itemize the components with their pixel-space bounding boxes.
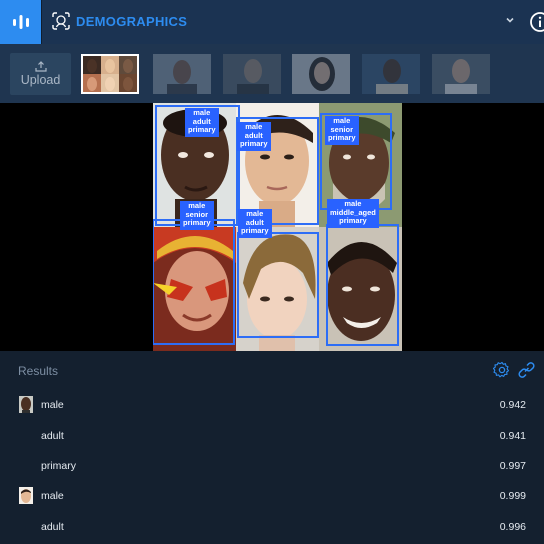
upload-label: Upload: [20, 73, 61, 87]
result-label: adult: [41, 521, 64, 533]
result-label: adult: [41, 430, 64, 442]
woman-smile-image: [292, 54, 350, 94]
face-avatar-1: [19, 396, 33, 413]
link-icon[interactable]: [517, 361, 536, 379]
thumbnail-man-gray[interactable]: [223, 54, 281, 94]
bars-logo-icon: [12, 15, 29, 29]
man-dark-image: [362, 54, 420, 94]
result-label: male: [41, 490, 64, 502]
gear-icon[interactable]: [493, 361, 511, 379]
face-scan-icon: [52, 12, 70, 30]
info-icon[interactable]: [529, 11, 544, 33]
thumbnail-man-young[interactable]: [432, 54, 490, 94]
result-row: adult 0.941: [0, 427, 544, 447]
results-panel: Results male 0.942 adult 0.941 primary 0…: [0, 351, 544, 544]
detection-label-5: male adult primary: [238, 209, 272, 238]
result-row: primary 0.997: [0, 457, 544, 477]
result-score: 0.996: [499, 521, 526, 533]
man-young-image: [432, 54, 490, 94]
detection-label-1: male adult primary: [185, 108, 219, 137]
result-row: male 0.942: [0, 396, 544, 416]
result-label: male: [41, 399, 64, 411]
thumbnail-strip: Upload: [0, 44, 544, 103]
man-beard-image: [153, 54, 211, 94]
face-grid-image: [83, 56, 137, 92]
result-row: male 0.999: [0, 487, 544, 507]
detection-label-2: male adult primary: [237, 122, 271, 151]
result-label: primary: [41, 460, 77, 472]
result-score: 0.997: [499, 460, 526, 472]
upload-button[interactable]: Upload: [10, 53, 71, 95]
image-viewer: male adult primary male adult primary male se…: [0, 103, 544, 351]
results-title: Results: [18, 364, 59, 378]
app-header: DEMOGRAPHICS: [0, 0, 544, 44]
result-row: adult 0.996: [0, 518, 544, 538]
header-divider: [41, 0, 42, 44]
chevron-down-icon[interactable]: [504, 14, 516, 26]
face-avatar-2: [19, 487, 33, 504]
man-gray-image: [223, 54, 281, 94]
thumbnail-man-beard[interactable]: [153, 54, 211, 94]
detection-label-3: male senior primary: [325, 116, 359, 145]
result-score: 0.941: [499, 430, 526, 442]
result-score: 0.942: [499, 399, 526, 411]
upload-icon: [34, 61, 47, 72]
thumbnail-face-grid[interactable]: [81, 54, 139, 94]
thumbnail-woman-smile[interactable]: [292, 54, 350, 94]
detection-label-4: male senior primary: [180, 201, 214, 230]
result-score: 0.999: [499, 490, 526, 502]
page-title: DEMOGRAPHICS: [76, 14, 188, 29]
detection-label-6: male middle_aged primary: [327, 199, 379, 228]
thumbnail-man-dark[interactable]: [362, 54, 420, 94]
app-logo-button[interactable]: [0, 0, 41, 44]
